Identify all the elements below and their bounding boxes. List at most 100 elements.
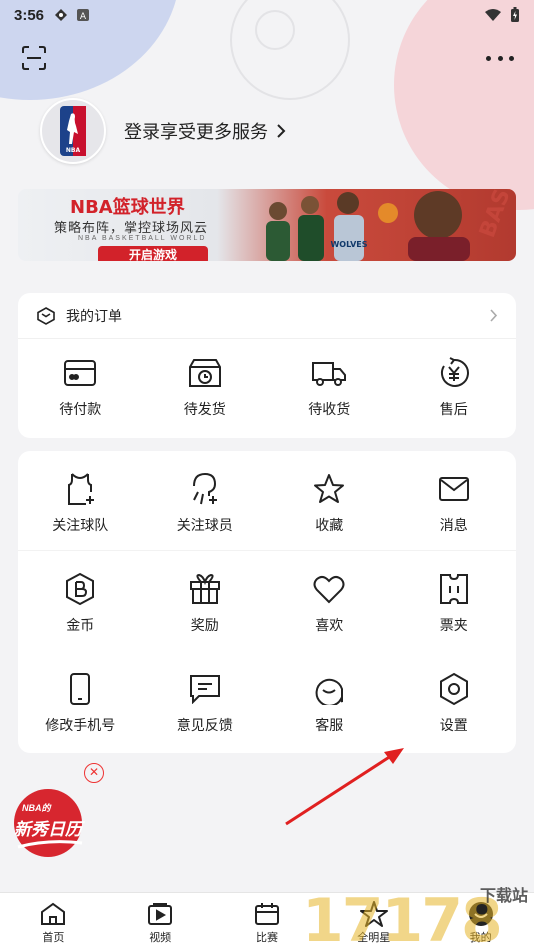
jersey-plus-icon bbox=[62, 471, 98, 507]
banner-players-image: WOLVES BASK bbox=[266, 189, 516, 261]
profile-icon bbox=[467, 901, 495, 927]
followed-teams[interactable]: 关注球队 bbox=[18, 471, 143, 550]
status-time: 3:56 bbox=[14, 6, 45, 24]
banner-title: NBA篮球世界 bbox=[70, 197, 185, 218]
tool-label: 客服 bbox=[315, 717, 344, 733]
order-item-label: 待付款 bbox=[59, 401, 102, 417]
chevron-right-icon bbox=[490, 309, 498, 322]
rookie-badge-small-text: NBA的 bbox=[22, 803, 51, 813]
ticket-wallet[interactable]: 票夹 bbox=[392, 571, 517, 651]
tab-label: 视频 bbox=[149, 932, 172, 944]
tab-allstar[interactable]: 全明星 bbox=[320, 893, 427, 950]
feedback[interactable]: 意见反馈 bbox=[143, 671, 268, 751]
tab-home[interactable]: 首页 bbox=[0, 893, 107, 950]
order-item-label: 待发货 bbox=[183, 401, 226, 417]
battery-icon bbox=[511, 7, 519, 22]
tab-games[interactable]: 比赛 bbox=[214, 893, 321, 950]
orders-row: 待付款 待发货 待收货 售后 bbox=[18, 339, 516, 419]
order-pending-shipment[interactable]: 待发货 bbox=[143, 355, 268, 419]
banner-slogan: 策略布阵，掌控球场风云 bbox=[54, 220, 209, 235]
coin-icon bbox=[62, 571, 98, 607]
order-item-label: 售后 bbox=[439, 401, 468, 417]
order-after-sales[interactable]: 售后 bbox=[392, 355, 517, 419]
tab-label: 首页 bbox=[42, 932, 65, 944]
calendar-icon bbox=[253, 901, 281, 927]
svg-text:A: A bbox=[80, 12, 87, 22]
rookie-calendar-badge[interactable]: NBA的 新秀日历 bbox=[10, 787, 88, 859]
tool-label: 金币 bbox=[66, 617, 95, 633]
login-prompt-text: 登录享受更多服务 bbox=[124, 122, 268, 142]
followed-players[interactable]: 关注球员 bbox=[143, 471, 268, 550]
red-arrow-annotation bbox=[285, 748, 404, 826]
box-clock-icon bbox=[187, 355, 223, 391]
home-icon bbox=[39, 901, 67, 927]
tab-label: 比赛 bbox=[255, 932, 278, 944]
more-button[interactable] bbox=[486, 50, 514, 66]
order-pending-payment[interactable]: 待付款 bbox=[18, 355, 143, 419]
tool-label: 关注球队 bbox=[52, 517, 109, 533]
tab-video[interactable]: 视频 bbox=[107, 893, 214, 950]
tool-label: 奖励 bbox=[190, 617, 219, 633]
avatar[interactable]: NBA bbox=[40, 98, 106, 164]
favorites[interactable]: 收藏 bbox=[267, 471, 392, 550]
scan-button[interactable] bbox=[20, 44, 48, 72]
game-banner[interactable]: NBA篮球世界 策略布阵，掌控球场风云 NBA BASKETBALL WORLD… bbox=[18, 189, 516, 261]
box-icon bbox=[37, 306, 55, 325]
scan-icon bbox=[22, 46, 46, 70]
svg-text:WOLVES: WOLVES bbox=[330, 240, 367, 249]
coins[interactable]: 金币 bbox=[18, 571, 143, 651]
svg-text:NBA: NBA bbox=[66, 147, 81, 154]
login-prompt[interactable]: 登录享受更多服务 bbox=[124, 118, 286, 144]
orders-title: 我的订单 bbox=[66, 307, 122, 324]
more-dot-icon bbox=[497, 55, 503, 61]
login-entry[interactable]: NBA 登录享受更多服务 bbox=[40, 98, 286, 164]
likes[interactable]: 喜欢 bbox=[267, 571, 392, 651]
settings[interactable]: 设置 bbox=[392, 671, 517, 751]
heart-icon bbox=[311, 571, 347, 607]
mail-icon bbox=[436, 471, 472, 507]
more-dot-icon bbox=[486, 55, 491, 61]
star-icon bbox=[311, 471, 347, 507]
video-icon bbox=[146, 901, 174, 927]
customer-service[interactable]: 客服 bbox=[267, 671, 392, 751]
order-pending-receipt[interactable]: 待收货 bbox=[267, 355, 392, 419]
tools-card: 关注球队 关注球员 收藏 消息 金币 奖励 喜欢 票夹 修改手机号 意见反馈 客… bbox=[18, 451, 516, 753]
status-bar: 3:56 A bbox=[0, 0, 534, 30]
vpn-icon bbox=[55, 9, 68, 21]
player-plus-icon bbox=[187, 471, 223, 507]
tab-label: 全明星 bbox=[357, 932, 391, 944]
tools-row: 修改手机号 意见反馈 客服 设置 bbox=[18, 651, 516, 751]
tool-label: 设置 bbox=[439, 717, 468, 733]
banner-cta-button[interactable]: 开启游戏 bbox=[98, 246, 208, 261]
close-icon: ✕ bbox=[88, 765, 100, 779]
order-item-label: 待收货 bbox=[308, 401, 351, 417]
allstar-icon bbox=[359, 901, 388, 927]
banner-subtitle: NBA BASKETBALL WORLD bbox=[78, 235, 207, 242]
orders-card: 我的订单 待付款 待发货 待收货 售后 bbox=[18, 293, 516, 438]
tool-label: 修改手机号 bbox=[45, 717, 116, 733]
tools-row: 关注球队 关注球员 收藏 消息 bbox=[18, 451, 516, 551]
ticket-icon bbox=[436, 571, 472, 607]
card-icon bbox=[62, 355, 98, 391]
tool-label: 喜欢 bbox=[315, 617, 344, 633]
svg-text:BASK: BASK bbox=[475, 189, 516, 241]
tool-label: 消息 bbox=[439, 517, 468, 533]
tool-label: 票夹 bbox=[439, 617, 468, 633]
truck-icon bbox=[311, 355, 347, 391]
rewards[interactable]: 奖励 bbox=[143, 571, 268, 651]
chat-icon bbox=[311, 671, 347, 707]
messages[interactable]: 消息 bbox=[392, 471, 517, 550]
rookie-badge-title: 新秀日历 bbox=[14, 820, 82, 840]
tool-label: 关注球员 bbox=[176, 517, 233, 533]
tool-label: 意见反馈 bbox=[176, 717, 233, 733]
more-dot-icon bbox=[509, 55, 514, 61]
wifi-icon bbox=[485, 9, 501, 21]
gift-icon bbox=[187, 571, 223, 607]
change-phone[interactable]: 修改手机号 bbox=[18, 671, 143, 751]
tools-row: 金币 奖励 喜欢 票夹 bbox=[18, 551, 516, 651]
tab-profile[interactable]: 我的 bbox=[427, 893, 534, 950]
bottom-tab-bar: 首页 视频 比赛 全明星 我的 bbox=[0, 892, 534, 950]
orders-header[interactable]: 我的订单 bbox=[18, 293, 516, 339]
close-floating-badge-button[interactable]: ✕ bbox=[84, 763, 104, 783]
nba-logo-icon: NBA bbox=[60, 106, 86, 156]
